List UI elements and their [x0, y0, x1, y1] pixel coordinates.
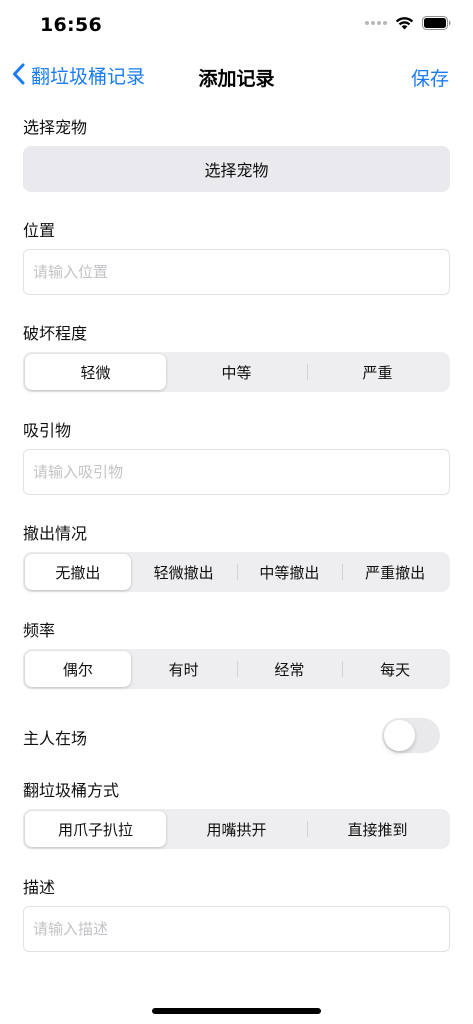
status-bar: 16:56	[0, 0, 473, 52]
wifi-icon	[395, 16, 414, 30]
battery-icon	[422, 16, 451, 30]
frequency-segmented-control: 偶尔 有时 经常 每天	[23, 649, 450, 689]
attractant-section-label: 吸引物	[23, 421, 72, 440]
frequency-section-label: 频率	[23, 621, 56, 640]
description-section-label: 描述	[23, 878, 56, 897]
status-indicators	[365, 16, 451, 30]
pet-section-label: 选择宠物	[23, 118, 88, 137]
cellular-signal-icon	[365, 21, 387, 25]
frequency-segment-occasionally[interactable]: 偶尔	[25, 651, 131, 687]
location-field-container	[23, 249, 450, 295]
method-segment-push[interactable]: 直接推到	[307, 811, 448, 847]
damage-segmented-control: 轻微 中等 严重	[23, 352, 450, 392]
description-field-container	[23, 906, 450, 952]
location-section-label: 位置	[23, 221, 56, 240]
withdrawal-segment-none[interactable]: 无撤出	[25, 554, 131, 590]
damage-section-label: 破坏程度	[23, 324, 88, 343]
method-segmented-control: 用爪子扒拉 用嘴拱开 直接推到	[23, 809, 450, 849]
navigation-bar: 翻垃圾桶记录 添加记录 保存	[0, 52, 473, 100]
location-input[interactable]	[24, 250, 449, 294]
save-button[interactable]: 保存	[411, 64, 449, 91]
withdrawal-section-label: 撤出情况	[23, 524, 88, 543]
home-indicator[interactable]	[152, 1008, 321, 1014]
attractant-field-container	[23, 449, 450, 495]
damage-segment-medium[interactable]: 中等	[166, 354, 307, 390]
frequency-segment-often[interactable]: 经常	[236, 651, 343, 687]
owner-present-label: 主人在场	[23, 729, 88, 748]
withdrawal-segment-medium[interactable]: 中等撤出	[236, 554, 343, 590]
select-pet-button[interactable]: 选择宠物	[23, 146, 450, 192]
withdrawal-segmented-control: 无撤出 轻微撤出 中等撤出 严重撤出	[23, 552, 450, 592]
method-segment-paw[interactable]: 用爪子扒拉	[25, 811, 166, 847]
frequency-segment-daily[interactable]: 每天	[342, 651, 448, 687]
withdrawal-segment-severe[interactable]: 严重撤出	[342, 554, 448, 590]
toggle-knob	[384, 720, 415, 751]
back-button-label: 翻垃圾桶记录	[31, 66, 146, 88]
damage-segment-severe[interactable]: 严重	[307, 354, 448, 390]
chevron-left-icon	[12, 63, 25, 89]
owner-present-toggle[interactable]	[382, 718, 440, 753]
attractant-input[interactable]	[24, 450, 449, 494]
damage-segment-mild[interactable]: 轻微	[25, 354, 166, 390]
withdrawal-segment-mild[interactable]: 轻微撤出	[131, 554, 237, 590]
owner-present-row: 主人在场	[23, 718, 450, 754]
back-button[interactable]: 翻垃圾桶记录	[12, 62, 145, 89]
select-pet-button-label: 选择宠物	[204, 161, 269, 180]
frequency-segment-sometimes[interactable]: 有时	[131, 651, 237, 687]
method-segment-mouth[interactable]: 用嘴拱开	[166, 811, 307, 847]
description-input[interactable]	[24, 907, 449, 951]
status-time: 16:56	[40, 14, 102, 36]
method-section-label: 翻垃圾桶方式	[23, 781, 120, 800]
